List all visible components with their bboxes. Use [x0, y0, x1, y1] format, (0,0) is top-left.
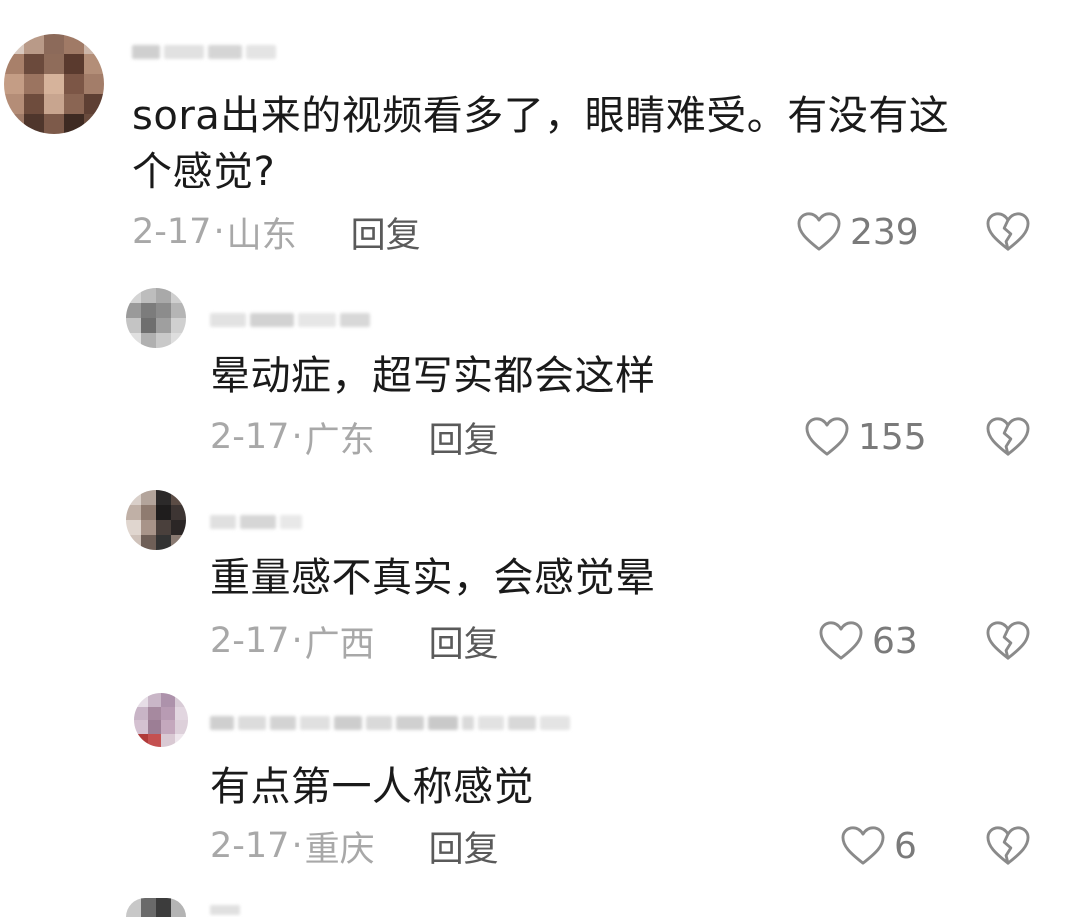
avatar[interactable] — [4, 34, 104, 134]
like-count: 155 — [858, 416, 927, 458]
heart-outline-icon — [805, 417, 849, 456]
comment-text-line: 个感觉? — [132, 149, 276, 195]
username[interactable] — [210, 902, 240, 917]
reply-button[interactable]: 回复 — [429, 616, 499, 667]
like-count: 6 — [894, 825, 917, 867]
comment-text-line: sora出来的视频看多了，眼睛难受。有没有这 — [132, 93, 950, 139]
comment-meta: 2-17 · 山东 回复 — [132, 208, 421, 256]
comment-meta: 2-17 · 广西 回复 — [210, 617, 499, 665]
comment-item: 有点第一人称感觉 2-17 · 重庆 回复 6 — [0, 675, 1080, 880]
comment-item: sora出来的视频看多了，眼睛难受。有没有这 个感觉? 2-17 · 山东 回复… — [0, 0, 1080, 270]
username[interactable] — [210, 713, 570, 733]
comment-text: 晕动症，超写实都会这样 — [210, 348, 970, 404]
dislike-button[interactable] — [985, 620, 1031, 662]
avatar[interactable] — [134, 693, 188, 747]
comment-text: sora出来的视频看多了，眼睛难受。有没有这 个感觉? — [132, 88, 1032, 200]
comment-text: 重量感不真实，会感觉晕 — [210, 550, 970, 606]
comment-text-line: 有点第一人称感觉 — [210, 764, 534, 810]
heart-outline-icon — [819, 621, 863, 660]
username[interactable] — [132, 42, 276, 62]
comment-date: 2-17 — [210, 826, 290, 866]
broken-heart-icon — [986, 417, 1030, 456]
meta-separator: · — [291, 417, 303, 457]
comment-item: 晕动症，超写实都会这样 2-17 · 广东 回复 155 — [0, 270, 1080, 470]
comment-text-line: 晕动症，超写实都会这样 — [210, 353, 656, 399]
comment-location: 广东 — [304, 420, 375, 461]
comment-location: 广西 — [304, 624, 375, 665]
meta-separator: · — [291, 621, 303, 661]
broken-heart-icon — [986, 621, 1030, 660]
like-button[interactable]: 6 — [840, 822, 917, 870]
like-count: 239 — [850, 211, 919, 253]
heart-outline-icon — [797, 212, 841, 251]
meta-separator: · — [213, 212, 225, 252]
avatar[interactable] — [126, 490, 186, 550]
comment-text: 有点第一人称感觉 — [210, 759, 970, 815]
comment-text-line: 重量感不真实，会感觉晕 — [210, 555, 656, 601]
comment-date: 2-17 — [210, 621, 290, 661]
like-button[interactable]: 155 — [804, 413, 927, 461]
reply-button[interactable]: 回复 — [429, 821, 499, 872]
like-count: 63 — [872, 620, 918, 662]
comment-list: sora出来的视频看多了，眼睛难受。有没有这 个感觉? 2-17 · 山东 回复… — [0, 0, 1080, 917]
comment-meta: 2-17 · 重庆 回复 — [210, 822, 499, 870]
like-button[interactable]: 239 — [796, 208, 919, 256]
comment-meta: 2-17 · 广东 回复 — [210, 413, 499, 461]
reply-button[interactable]: 回复 — [429, 412, 499, 463]
avatar[interactable] — [126, 288, 186, 348]
username[interactable] — [210, 512, 302, 532]
comment-date: 2-17 — [132, 212, 212, 252]
broken-heart-icon — [986, 212, 1030, 251]
reply-button[interactable]: 回复 — [351, 207, 421, 258]
heart-outline-icon — [841, 826, 885, 865]
broken-heart-icon — [986, 826, 1030, 865]
meta-separator: · — [291, 826, 303, 866]
dislike-button[interactable] — [985, 211, 1031, 253]
comment-item: 重量感不真实，会感觉晕 2-17 · 广西 回复 63 — [0, 470, 1080, 675]
username[interactable] — [210, 310, 370, 330]
comment-location: 重庆 — [304, 829, 375, 870]
dislike-button[interactable] — [985, 416, 1031, 458]
comment-date: 2-17 — [210, 417, 290, 457]
like-button[interactable]: 63 — [818, 617, 918, 665]
comment-location: 山东 — [226, 215, 297, 256]
avatar[interactable] — [126, 898, 186, 917]
dislike-button[interactable] — [985, 825, 1031, 867]
